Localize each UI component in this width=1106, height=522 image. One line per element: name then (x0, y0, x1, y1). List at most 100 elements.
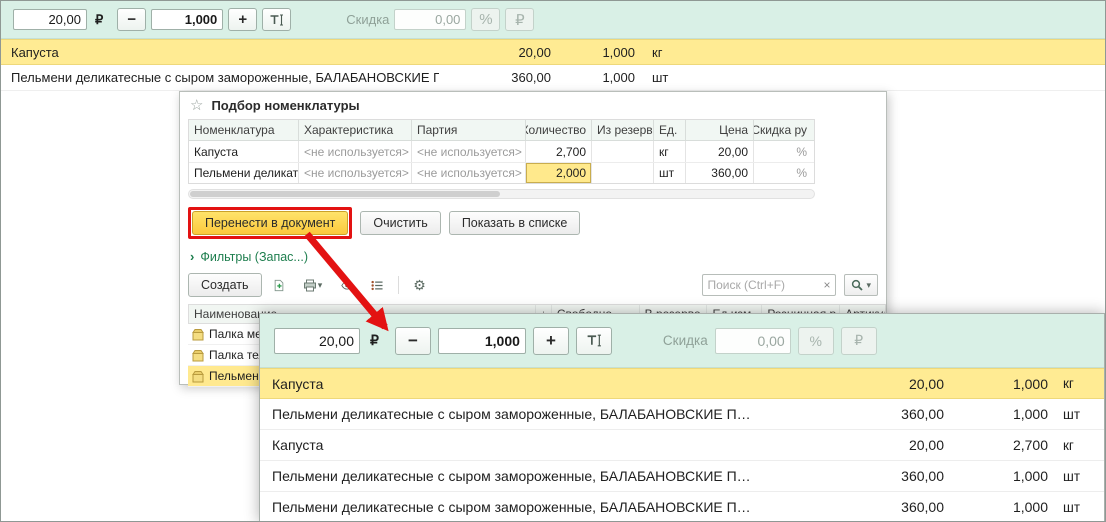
item-unit: шт (1048, 500, 1100, 515)
item-price: 360,00 (439, 70, 551, 85)
decrease-quantity-button[interactable]: − (395, 327, 431, 355)
item-qty: 1,000 (944, 468, 1048, 484)
print-button[interactable]: ▾ (296, 274, 330, 296)
list-toolbar: Создать ▾ ⚙ × ▾ (188, 273, 878, 297)
dropdown-icon: ▾ (318, 280, 323, 291)
item-price: 360,00 (824, 406, 944, 422)
increase-quantity-button[interactable]: + (533, 327, 569, 355)
more-actions-button[interactable]: ⚙ (407, 274, 433, 296)
col-from-reserve[interactable]: Из резерва (592, 120, 654, 140)
price-input[interactable] (13, 9, 87, 30)
item-qty: 1,000 (551, 45, 635, 60)
picker-grid-header: Номенклатура Характеристика Партия Колич… (189, 120, 814, 141)
filters-link[interactable]: › Фильтры (Запас...) (190, 249, 886, 264)
favorite-star-icon[interactable]: ☆ (190, 98, 203, 113)
document-icon (273, 278, 285, 293)
cell-characteristic: <не используется> (299, 141, 412, 162)
discount-label: Скидка (346, 12, 389, 27)
cell-nomenclature: Капуста (189, 141, 299, 162)
gear-icon: ⚙ (413, 278, 426, 292)
price-input[interactable] (274, 328, 360, 354)
horizontal-scrollbar[interactable] (188, 189, 815, 199)
item-name: Капуста (272, 376, 824, 392)
col-unit[interactable]: Ед. (654, 120, 686, 140)
item-name: Пельмени деликатесные с сыром замороженн… (272, 406, 824, 422)
scrollbar-thumb[interactable] (190, 191, 500, 197)
cell-quantity-selected[interactable]: 2,000 (526, 163, 592, 183)
search-box: × (702, 274, 836, 296)
item-unit: кг (1048, 376, 1100, 391)
item-qty: 1,000 (944, 499, 1048, 515)
document-row[interactable]: Капуста 20,00 1,000 кг (1, 39, 1105, 65)
picker-grid-row[interactable]: Пельмени деликатесн… <не используется> <… (189, 162, 814, 183)
search-input[interactable] (703, 278, 818, 292)
increase-quantity-button[interactable]: + (228, 8, 257, 31)
item-price: 360,00 (824, 468, 944, 484)
dialog-title: Подбор номенклатуры (211, 98, 359, 113)
cell-characteristic: <не используется> (299, 163, 412, 183)
clear-search-icon[interactable]: × (818, 278, 835, 292)
dialog-title-bar: ☆ Подбор номенклатуры (180, 92, 886, 119)
quantity-input[interactable] (438, 328, 526, 354)
show-in-list-button[interactable]: Показать в списке (449, 211, 581, 235)
result-row[interactable]: Капуста 20,00 2,700 кг (260, 430, 1104, 461)
cell-from-reserve (592, 163, 654, 183)
currency-label: ₽ (370, 332, 379, 349)
new-document-button[interactable] (266, 274, 292, 296)
currency-label: ₽ (95, 12, 103, 28)
item-icon (192, 349, 204, 362)
printer-icon (303, 279, 317, 292)
item-name: Капуста (272, 437, 824, 453)
discount-ruble-button: ₽ (505, 8, 534, 31)
document-row[interactable]: Пельмени деликатесные с сыром замороженн… (1, 65, 1105, 91)
item-unit: кг (1048, 438, 1100, 453)
screenshot-root: ₽ − + Скидка % ₽ Капуста 20,00 1,000 кг … (0, 0, 1106, 522)
result-row[interactable]: Пельмени деликатесные с сыром замороженн… (260, 461, 1104, 492)
col-characteristic[interactable]: Характеристика (299, 120, 412, 140)
quantity-cursor-icon (586, 333, 602, 348)
col-batch[interactable]: Партия (412, 120, 526, 140)
result-row[interactable]: Капуста 20,00 1,000 кг (260, 368, 1104, 399)
quantity-cursor-icon (269, 13, 284, 27)
cell-from-reserve (592, 141, 654, 162)
item-unit: шт (635, 70, 695, 85)
view-mode-button[interactable] (334, 274, 360, 296)
quantity-input[interactable] (151, 9, 223, 30)
discount-input (394, 9, 466, 30)
item-name: Пельмени деликатесные с сыром замороженн… (11, 70, 439, 85)
cell-quantity: 2,700 (526, 141, 592, 162)
dropdown-icon: ▾ (866, 280, 871, 291)
clear-button[interactable]: Очистить (360, 211, 440, 235)
col-price[interactable]: Цена (686, 120, 754, 140)
enter-quantity-button[interactable] (576, 327, 612, 355)
enter-quantity-button[interactable] (262, 8, 291, 31)
item-name: Пельмени деликатесные с сыром замороженн… (272, 468, 824, 484)
red-highlight-annotation: Перенести в документ (188, 207, 352, 239)
search-options-button[interactable]: ▾ (844, 274, 878, 296)
item-price: 20,00 (824, 437, 944, 453)
result-row[interactable]: Пельмени деликатесные с сыром замороженн… (260, 492, 1104, 522)
item-name: Капуста (11, 45, 439, 60)
result-row[interactable]: Пельмени деликатесные с сыром замороженн… (260, 399, 1104, 430)
item-qty: 1,000 (944, 376, 1048, 392)
item-qty: 1,000 (551, 70, 635, 85)
document-toolbar: ₽ − + Скидка % ₽ (1, 1, 1105, 39)
col-nomenclature[interactable]: Номенклатура (189, 120, 299, 140)
toolbar-separator (398, 276, 399, 294)
decrease-quantity-button[interactable]: − (117, 8, 146, 31)
result-document-panel: ₽ − + Скидка % ₽ Капуста 20,00 1,000 кг … (259, 313, 1105, 522)
item-price: 20,00 (439, 45, 551, 60)
discount-percent-button: % (798, 327, 834, 355)
col-discount[interactable]: Скидка ру (754, 120, 812, 140)
chevron-right-icon: › (190, 249, 194, 264)
transfer-to-document-button[interactable]: Перенести в документ (192, 211, 348, 235)
picker-grid-row[interactable]: Капуста <не используется> <не использует… (189, 141, 814, 162)
discount-input (715, 328, 791, 354)
create-button[interactable]: Создать (188, 273, 262, 297)
picker-buttons: Перенести в документ Очистить Показать в… (188, 207, 886, 239)
cell-nomenclature: Пельмени деликатесн… (189, 163, 299, 183)
col-quantity[interactable]: Количество (526, 120, 592, 140)
discount-ruble-button: ₽ (841, 327, 877, 355)
item-price: 360,00 (824, 499, 944, 515)
list-settings-button[interactable] (364, 274, 390, 296)
